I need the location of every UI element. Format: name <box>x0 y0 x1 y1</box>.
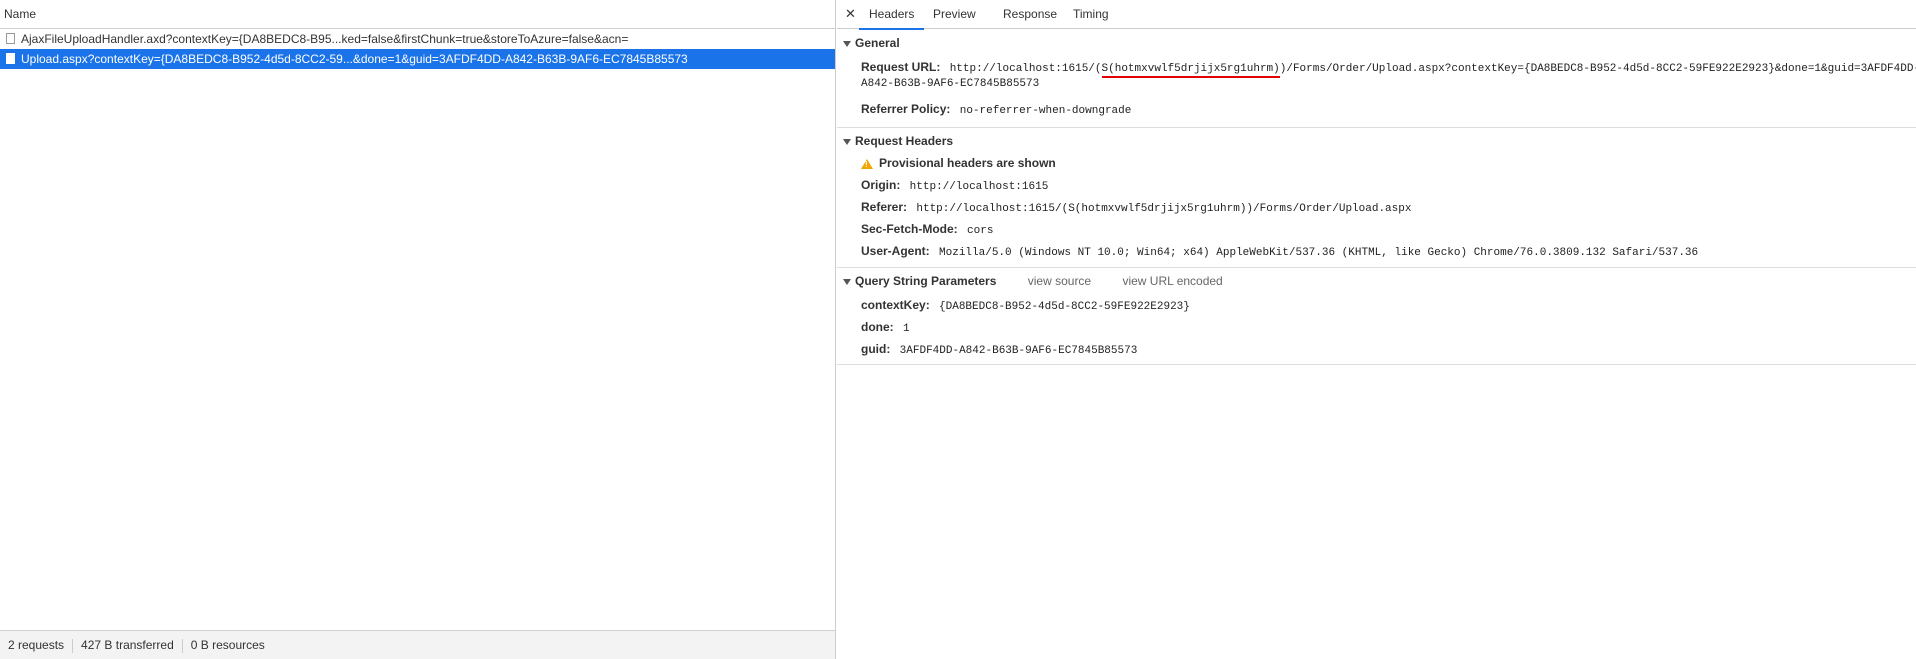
user-agent-row: User-Agent: Mozilla/5.0 (Windows NT 10.0… <box>861 244 1698 259</box>
referrer-policy-row: Referrer Policy: no-referrer-when-downgr… <box>861 102 1131 117</box>
param-key: contextKey: <box>861 298 930 312</box>
referer-row: Referer: http://localhost:1615/(S(hotmxv… <box>861 200 1411 215</box>
referrer-policy-value: no-referrer-when-downgrade <box>959 105 1132 117</box>
request-name: AjaxFileUploadHandler.axd?contextKey={DA… <box>21 32 629 46</box>
user-agent-key: User-Agent: <box>861 244 930 258</box>
request-url-suffix: )/Forms/Order/Upload.aspx?contextKey={DA… <box>1279 63 1916 75</box>
expand-triangle-icon <box>843 138 851 145</box>
query-params-toggle[interactable]: Query String Parameters view source view… <box>843 274 1223 288</box>
request-list-pane: Name AjaxFileUploadHandler.axd?contextKe… <box>0 0 836 659</box>
user-agent-value: Mozilla/5.0 (Windows NT 10.0; Win64; x64… <box>939 247 1699 259</box>
close-icon[interactable]: ✕ <box>845 6 856 22</box>
request-name: Upload.aspx?contextKey={DA8BEDC8-B952-4d… <box>21 52 688 66</box>
view-source-link[interactable]: view source <box>1028 274 1091 288</box>
request-url-prefix: http://localhost:1615/( <box>949 63 1102 75</box>
tab-headers[interactable]: Headers <box>859 0 925 30</box>
query-param-row: done: 1 <box>861 320 910 335</box>
resources-size: 0 B resources <box>190 638 265 652</box>
request-row-upload-aspx[interactable]: Upload.aspx?contextKey={DA8BEDC8-B952-4d… <box>0 49 835 69</box>
query-params-title: Query String Parameters <box>855 274 997 288</box>
provisional-warning-text: Provisional headers are shown <box>879 156 1056 170</box>
request-url-row: Request URL: http://localhost:1615/(S(ho… <box>861 60 1916 78</box>
name-column-label: Name <box>4 7 37 21</box>
name-column-header[interactable]: Name <box>0 0 835 29</box>
sec-fetch-mode-row: Sec-Fetch-Mode: cors <box>861 222 993 237</box>
detail-tabs: ✕ Headers Preview Response Timing <box>837 0 1916 30</box>
param-key: guid: <box>861 342 891 356</box>
document-icon <box>6 53 15 64</box>
request-count: 2 requests <box>8 638 65 652</box>
tab-preview[interactable]: Preview <box>923 0 986 28</box>
general-section-title: General <box>855 36 900 50</box>
request-detail-pane: ✕ Headers Preview Response Timing Genera… <box>837 0 1916 659</box>
request-url-value: http://localhost:1615/(S(hotmxvwlf5drjij… <box>949 63 1916 78</box>
param-value: {DA8BEDC8-B952-4d5d-8CC2-59FE922E2923} <box>939 301 1190 313</box>
document-icon <box>6 33 15 44</box>
sec-fetch-mode-value: cors <box>967 225 994 237</box>
request-headers-section: Request Headers Provisional headers are … <box>837 128 1916 268</box>
origin-value: http://localhost:1615 <box>909 181 1049 193</box>
general-section: General Request URL: http://localhost:16… <box>837 29 1916 128</box>
transferred-size: 427 B transferred <box>81 638 174 652</box>
referer-value: http://localhost:1615/(S(hotmxvwlf5drjij… <box>916 203 1412 215</box>
query-params-section: Query String Parameters view source view… <box>837 268 1916 365</box>
view-url-encoded-link[interactable]: view URL encoded <box>1122 274 1222 288</box>
request-headers-title: Request Headers <box>855 134 954 148</box>
query-param-row: guid: 3AFDF4DD-A842-B63B-9AF6-EC7845B855… <box>861 342 1137 357</box>
provisional-warning: Provisional headers are shown <box>861 156 1056 170</box>
general-section-toggle[interactable]: General <box>843 36 900 50</box>
referrer-policy-key: Referrer Policy: <box>861 102 951 116</box>
param-value: 1 <box>903 323 910 335</box>
sec-fetch-mode-key: Sec-Fetch-Mode: <box>861 222 958 236</box>
network-status-bar: 2 requests 427 B transferred 0 B resources <box>0 630 835 659</box>
referer-key: Referer: <box>861 200 908 214</box>
request-url-continuation: A842-B63B-9AF6-EC7845B85573 <box>861 78 1040 90</box>
expand-triangle-icon <box>843 40 851 47</box>
query-param-row: contextKey: {DA8BEDC8-B952-4d5d-8CC2-59F… <box>861 298 1190 313</box>
param-key: done: <box>861 320 894 334</box>
warning-icon <box>861 158 873 169</box>
request-row-ajax-handler[interactable]: AjaxFileUploadHandler.axd?contextKey={DA… <box>0 29 835 49</box>
tab-timing[interactable]: Timing <box>1063 0 1119 28</box>
expand-triangle-icon <box>843 278 851 285</box>
param-value: 3AFDF4DD-A842-B63B-9AF6-EC7845B85573 <box>899 345 1138 357</box>
tab-response[interactable]: Response <box>993 0 1067 28</box>
request-url-key: Request URL: <box>861 60 941 74</box>
origin-key: Origin: <box>861 178 901 192</box>
origin-row: Origin: http://localhost:1615 <box>861 178 1048 193</box>
request-headers-toggle[interactable]: Request Headers <box>843 134 953 148</box>
session-id-annotated: S(hotmxvwlf5drjijx5rg1uhrm) <box>1101 63 1280 78</box>
